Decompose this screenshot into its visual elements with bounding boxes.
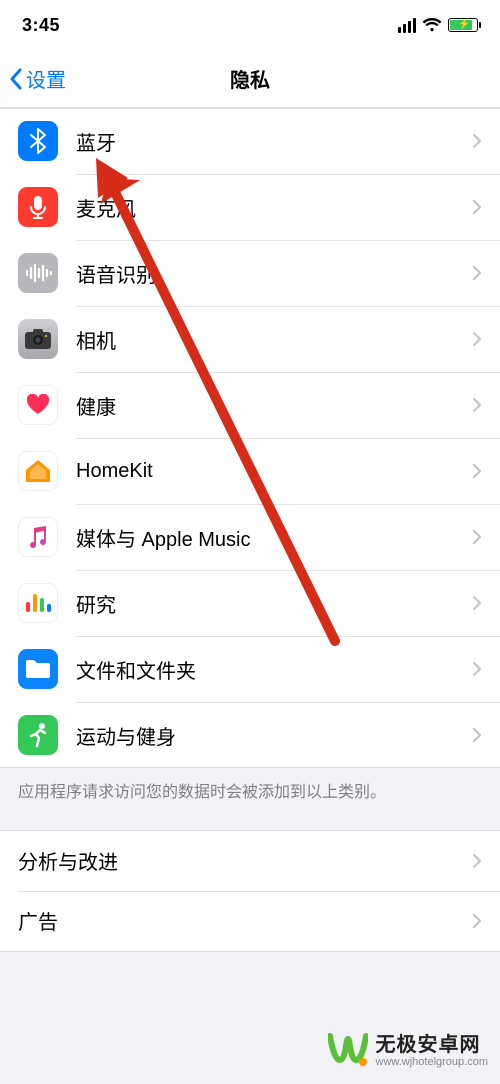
row-label: 相机 — [76, 325, 472, 354]
chevron-left-icon — [8, 67, 24, 91]
wifi-icon — [422, 18, 442, 32]
row-label: 健康 — [76, 391, 472, 420]
watermark-logo-icon — [328, 1032, 368, 1070]
row-label: 广告 — [18, 906, 472, 935]
row-media[interactable]: 媒体与 Apple Music — [0, 504, 500, 570]
battery-charging-icon: ⚡ — [448, 18, 478, 32]
chevron-right-icon — [472, 463, 482, 479]
status-bar: 3:45 ⚡ — [0, 0, 500, 50]
chevron-right-icon — [472, 913, 482, 929]
group-analytics-ads: 分析与改进 广告 — [0, 830, 500, 952]
screen: 3:45 ⚡ 设置 隐私 蓝牙 — [0, 0, 500, 1084]
chevron-right-icon — [472, 397, 482, 413]
row-label: 分析与改进 — [18, 846, 472, 875]
row-bluetooth[interactable]: 蓝牙 — [0, 108, 500, 174]
heart-icon — [18, 385, 58, 425]
status-right: ⚡ — [398, 18, 478, 33]
home-icon — [18, 451, 58, 491]
privacy-list: 蓝牙 麦克风 语音识别 相机 — [0, 108, 500, 768]
watermark-text: 无极安卓网 www.wjhotelgroup.com — [376, 1034, 489, 1068]
row-homekit[interactable]: HomeKit — [0, 438, 500, 504]
row-speech[interactable]: 语音识别 — [0, 240, 500, 306]
runner-icon — [18, 715, 58, 755]
back-label: 设置 — [26, 64, 66, 93]
chevron-right-icon — [472, 199, 482, 215]
waveform-icon — [18, 253, 58, 293]
row-label: 麦克风 — [76, 193, 472, 222]
row-ads[interactable]: 广告 — [0, 891, 500, 951]
row-label: 蓝牙 — [76, 127, 472, 156]
status-time: 3:45 — [22, 15, 60, 36]
row-camera[interactable]: 相机 — [0, 306, 500, 372]
row-label: 语音识别 — [76, 259, 472, 288]
chevron-right-icon — [472, 133, 482, 149]
chevron-right-icon — [472, 529, 482, 545]
watermark-line1: 无极安卓网 — [376, 1034, 489, 1056]
microphone-icon — [18, 187, 58, 227]
chevron-right-icon — [472, 331, 482, 347]
nav-bar: 设置 隐私 — [0, 50, 500, 108]
watermark-line2: www.wjhotelgroup.com — [376, 1056, 489, 1068]
chevron-right-icon — [472, 727, 482, 743]
bluetooth-icon — [18, 121, 58, 161]
folder-icon — [18, 649, 58, 689]
chevron-right-icon — [472, 853, 482, 869]
cellular-signal-icon — [398, 18, 416, 33]
camera-icon — [18, 319, 58, 359]
chevron-right-icon — [472, 661, 482, 677]
row-label: HomeKit — [76, 460, 472, 483]
row-research[interactable]: 研究 — [0, 570, 500, 636]
bars-icon — [18, 583, 58, 623]
music-icon — [18, 517, 58, 557]
row-label: 媒体与 Apple Music — [76, 523, 472, 552]
chevron-right-icon — [472, 595, 482, 611]
footer-note: 应用程序请求访问您的数据时会被添加到以上类别。 — [0, 768, 500, 830]
page-title: 隐私 — [230, 64, 270, 93]
row-health[interactable]: 健康 — [0, 372, 500, 438]
back-button[interactable]: 设置 — [8, 50, 66, 107]
row-analytics[interactable]: 分析与改进 — [0, 831, 500, 891]
row-label: 研究 — [76, 589, 472, 618]
chevron-right-icon — [472, 265, 482, 281]
row-label: 文件和文件夹 — [76, 655, 472, 684]
row-label: 运动与健身 — [76, 721, 472, 750]
row-fitness[interactable]: 运动与健身 — [0, 702, 500, 768]
row-files[interactable]: 文件和文件夹 — [0, 636, 500, 702]
row-microphone[interactable]: 麦克风 — [0, 174, 500, 240]
watermark: 无极安卓网 www.wjhotelgroup.com — [328, 1032, 489, 1070]
